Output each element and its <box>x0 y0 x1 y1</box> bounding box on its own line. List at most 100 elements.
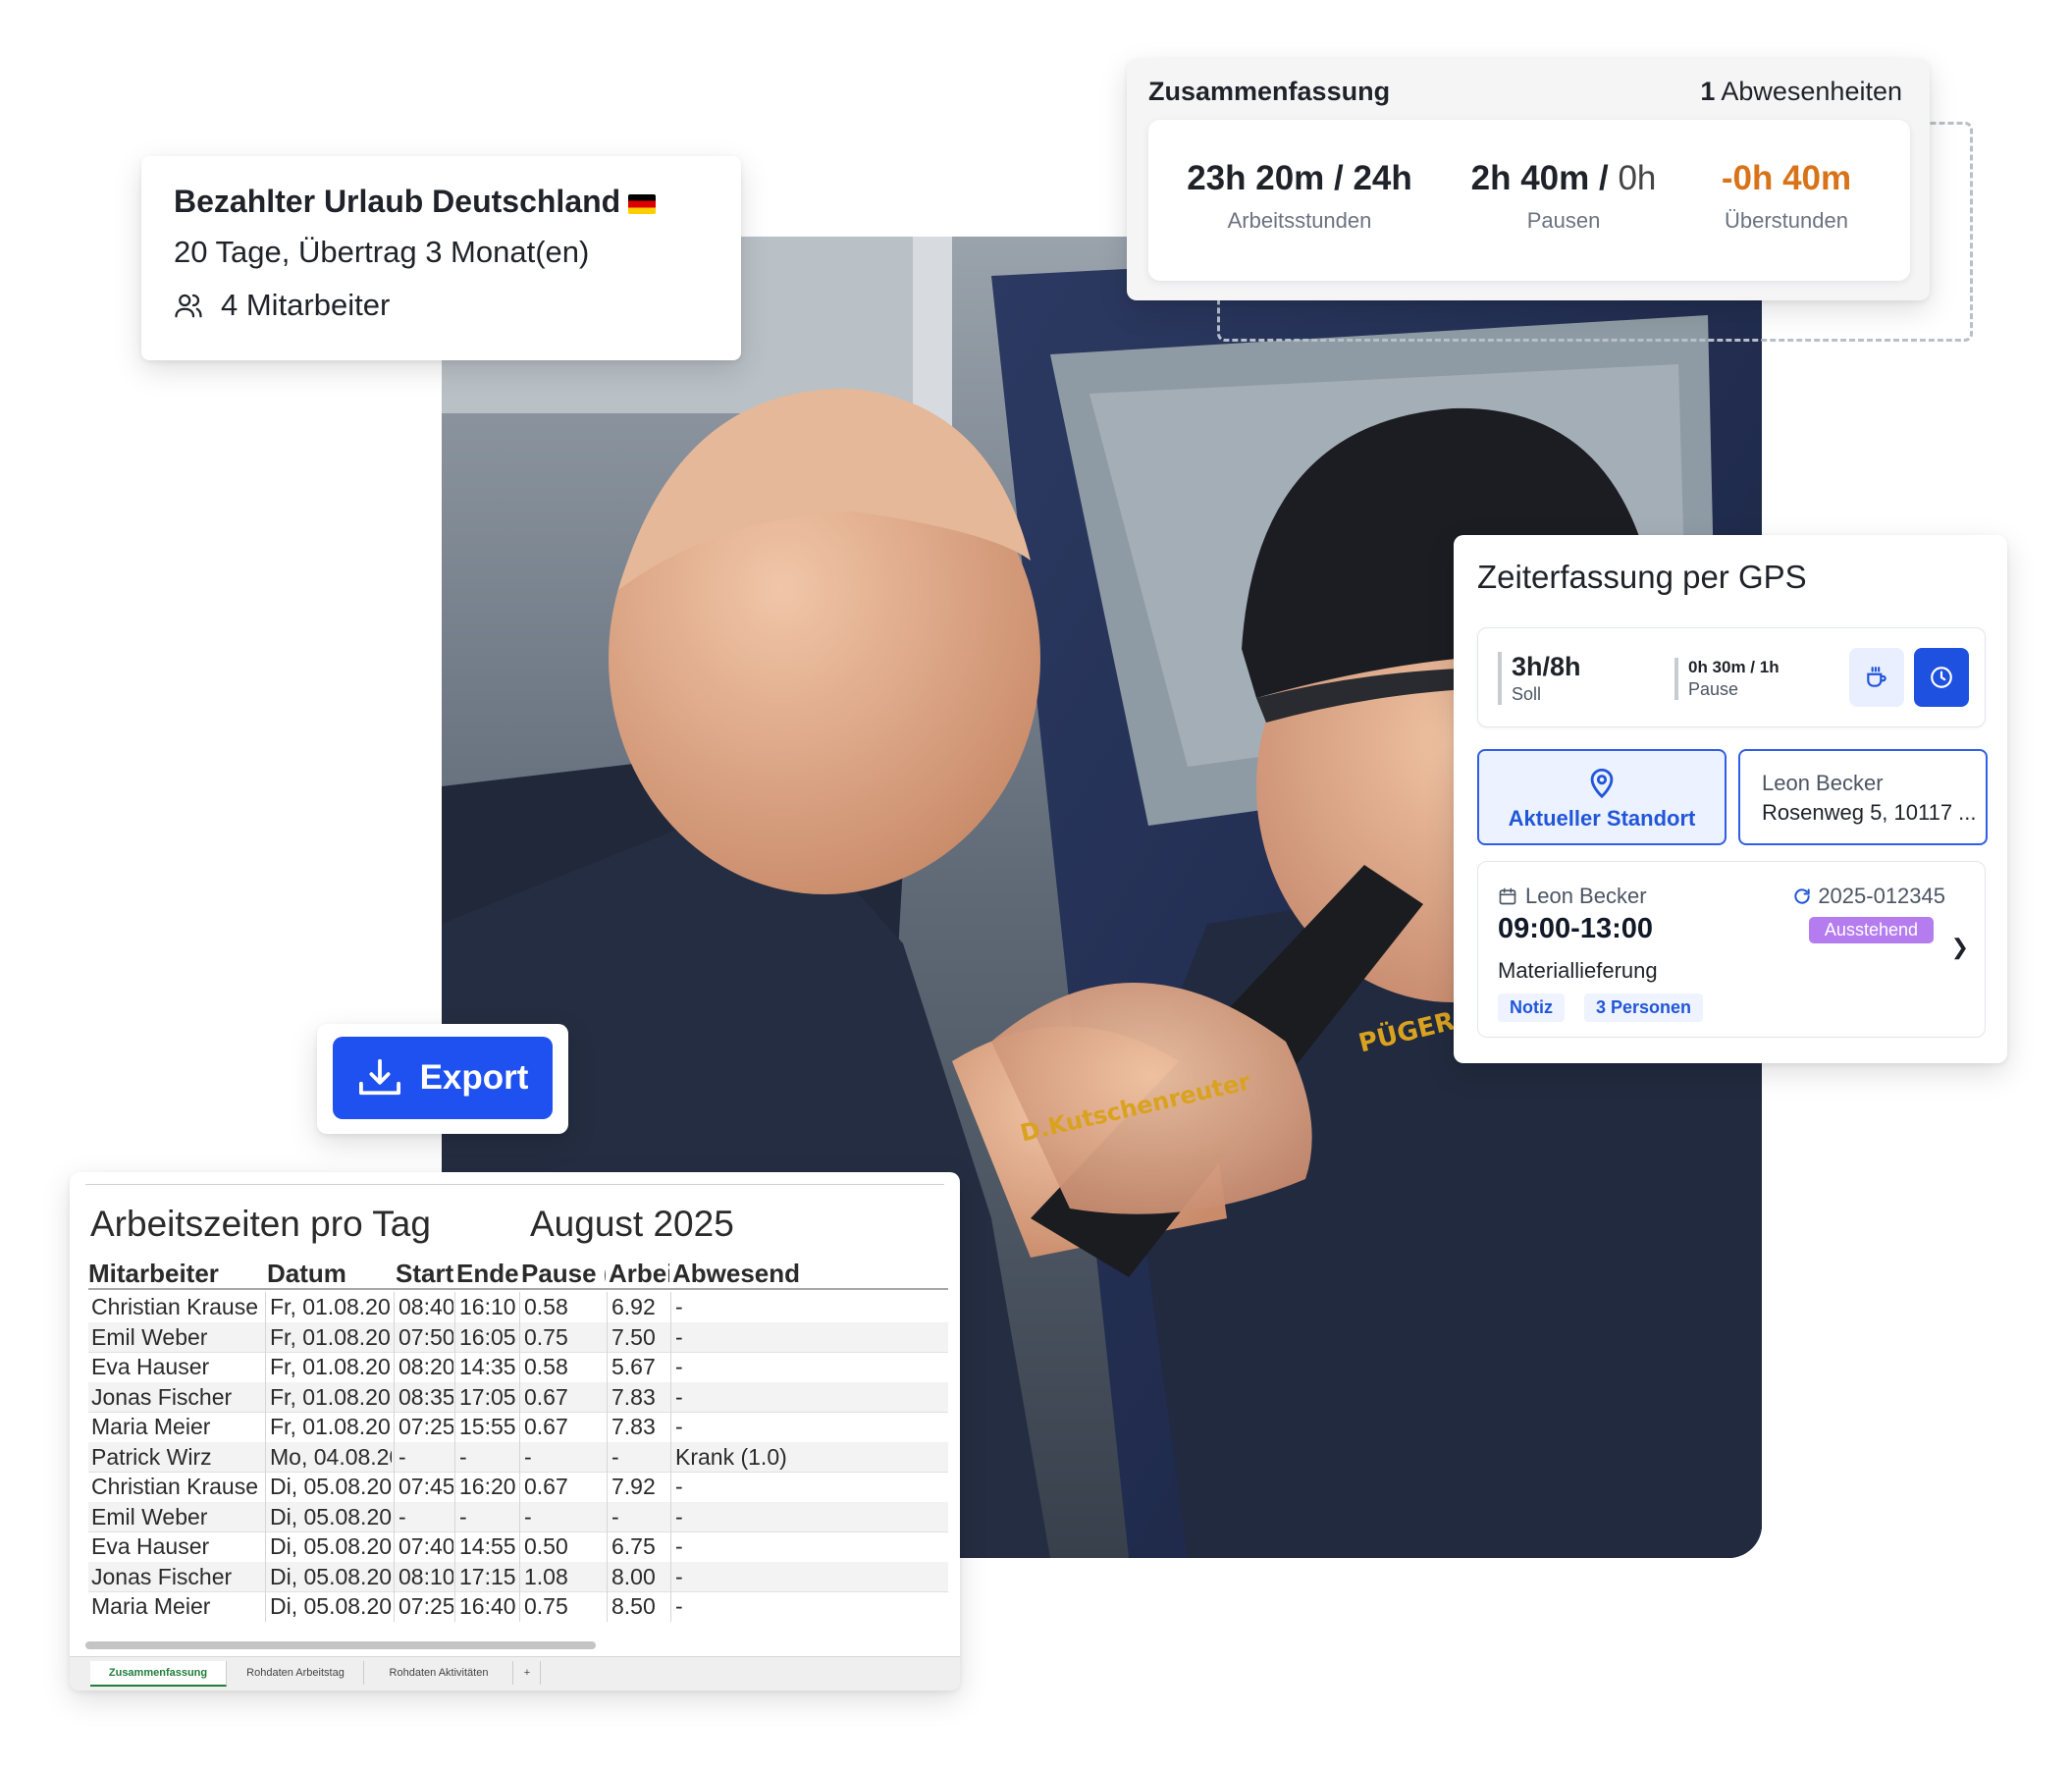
table-cell[interactable]: 08:40 <box>398 1294 453 1321</box>
table-cell[interactable]: 0.67 <box>524 1384 605 1412</box>
table-cell[interactable]: 15:55 <box>459 1414 518 1441</box>
current-location-button[interactable]: Aktueller Standort <box>1477 749 1727 845</box>
table-cell[interactable]: 8.00 <box>611 1564 668 1591</box>
table-cell[interactable]: 7.50 <box>611 1324 668 1352</box>
table-cell[interactable]: Mo, 04.08.2025 <box>270 1444 392 1472</box>
table-cell[interactable]: Christian Krause <box>91 1294 264 1321</box>
table-cell[interactable]: 7.92 <box>611 1474 668 1501</box>
sheet-tab[interactable]: Zusammenfassung <box>90 1661 227 1687</box>
table-cell[interactable]: Eva Hauser <box>91 1533 264 1561</box>
table-cell[interactable]: 5.67 <box>611 1354 668 1381</box>
table-cell[interactable]: - <box>675 1294 947 1321</box>
table-cell[interactable]: - <box>524 1504 605 1531</box>
table-cell[interactable]: 0.75 <box>524 1593 605 1621</box>
table-cell[interactable]: 0.75 <box>524 1324 605 1352</box>
table-cell[interactable]: - <box>524 1444 605 1472</box>
table-cell[interactable]: Jonas Fischer <box>91 1384 264 1412</box>
table-cell[interactable]: 07:45 <box>398 1474 453 1501</box>
table-cell[interactable]: Di, 05.08.2025 <box>270 1533 392 1561</box>
table-cell[interactable]: Fr, 01.08.2025 <box>270 1354 392 1381</box>
table-cell[interactable]: - <box>459 1504 518 1531</box>
table-cell[interactable]: Maria Meier <box>91 1414 264 1441</box>
clock-icon <box>1931 667 1952 688</box>
table-cell[interactable]: Fr, 01.08.2025 <box>270 1324 392 1352</box>
table-cell[interactable]: Di, 05.08.2025 <box>270 1593 392 1621</box>
table-cell[interactable]: Fr, 01.08.2025 <box>270 1384 392 1412</box>
table-cell[interactable]: Di, 05.08.2025 <box>270 1564 392 1591</box>
table-cell[interactable]: 7.83 <box>611 1414 668 1441</box>
table-cell[interactable]: 8.50 <box>611 1593 668 1621</box>
table-cell[interactable]: 16:10 <box>459 1294 518 1321</box>
table-cell[interactable]: 17:05 <box>459 1384 518 1412</box>
sheet-tab[interactable]: Rohdaten Arbeitstag <box>228 1661 364 1685</box>
table-cell[interactable]: - <box>398 1444 453 1472</box>
table-cell[interactable]: 16:20 <box>459 1474 518 1501</box>
table-cell[interactable]: 16:40 <box>459 1593 518 1621</box>
table-cell[interactable]: 7.83 <box>611 1384 668 1412</box>
table-cell[interactable]: - <box>675 1504 947 1531</box>
gps-time-tracking-card: Zeiterfassung per GPS 3h/8h Soll 0h 30m … <box>1454 535 2007 1063</box>
vacation-policy-card[interactable]: Bezahlter Urlaub Deutschland 20 Tage, Üb… <box>141 156 741 360</box>
table-cell[interactable]: - <box>675 1324 947 1352</box>
table-row: Emil WeberFr, 01.08.202507:5016:050.757.… <box>88 1321 948 1353</box>
table-cell[interactable]: - <box>398 1504 453 1531</box>
table-cell[interactable]: Fr, 01.08.2025 <box>270 1294 392 1321</box>
task-people-chip[interactable]: 3 Personen <box>1584 993 1704 1022</box>
table-cell[interactable]: 17:15 <box>459 1564 518 1591</box>
vacation-employees-label: 4 Mitarbeiter <box>221 288 391 322</box>
table-cell[interactable]: 14:55 <box>459 1533 518 1561</box>
table-cell[interactable]: 0.50 <box>524 1533 605 1561</box>
sheet-tab-bar: Zusammenfassung Rohdaten Arbeitstag Rohdat… <box>70 1656 960 1691</box>
chevron-right-icon[interactable]: ❯ <box>1951 935 1969 960</box>
address-field[interactable]: Leon Becker Rosenweg 5, 10117 ... <box>1738 749 1988 845</box>
table-cell[interactable]: Eva Hauser <box>91 1354 264 1381</box>
table-cell[interactable]: - <box>675 1414 947 1441</box>
table-cell[interactable]: 0.67 <box>524 1474 605 1501</box>
table-cell[interactable]: 0.58 <box>524 1294 605 1321</box>
table-cell[interactable]: 16:05 <box>459 1324 518 1352</box>
table-cell[interactable]: Christian Krause <box>91 1474 264 1501</box>
table-cell[interactable]: Jonas Fischer <box>91 1564 264 1591</box>
task-note-chip[interactable]: Notiz <box>1498 993 1565 1022</box>
export-button[interactable]: Export <box>333 1037 553 1119</box>
table-cell[interactable]: 08:20 <box>398 1354 453 1381</box>
table-cell[interactable]: 07:25 <box>398 1414 453 1441</box>
table-cell[interactable]: 0.67 <box>524 1414 605 1441</box>
table-cell[interactable]: 6.92 <box>611 1294 668 1321</box>
table-cell[interactable]: - <box>675 1474 947 1501</box>
table-cell[interactable]: Di, 05.08.2025 <box>270 1474 392 1501</box>
table-cell[interactable]: - <box>675 1533 947 1561</box>
clock-in-button[interactable] <box>1914 648 1969 707</box>
grid-line <box>265 1292 266 1622</box>
table-cell[interactable]: Emil Weber <box>91 1504 264 1531</box>
task-card[interactable]: Leon Becker 2025-012345 09:00-13:00 Auss… <box>1477 861 1986 1038</box>
table-cell[interactable]: Krank (1.0) <box>675 1444 947 1472</box>
table-cell[interactable]: - <box>459 1444 518 1472</box>
sheet-horizontal-scrollbar[interactable] <box>85 1641 596 1649</box>
absence-count[interactable]: 1 Abwesenheiten <box>1700 77 1902 107</box>
table-cell[interactable]: Maria Meier <box>91 1593 264 1621</box>
table-cell[interactable]: 08:35 <box>398 1384 453 1412</box>
add-sheet-button[interactable]: + <box>514 1661 541 1685</box>
table-cell[interactable]: 07:50 <box>398 1324 453 1352</box>
table-cell[interactable]: 0.58 <box>524 1354 605 1381</box>
table-cell[interactable]: Emil Weber <box>91 1324 264 1352</box>
table-cell[interactable]: Patrick Wirz <box>91 1444 264 1472</box>
table-cell[interactable]: 07:40 <box>398 1533 453 1561</box>
table-cell[interactable]: 08:10 <box>398 1564 453 1591</box>
table-cell[interactable]: Fr, 01.08.2025 <box>270 1414 392 1441</box>
table-cell[interactable]: - <box>675 1384 947 1412</box>
table-cell[interactable]: 14:35 <box>459 1354 518 1381</box>
table-cell[interactable]: 1.08 <box>524 1564 605 1591</box>
sheet-rows: Christian KrauseFr, 01.08.202508:4016:10… <box>88 1292 948 1622</box>
table-cell[interactable]: - <box>675 1354 947 1381</box>
table-cell[interactable]: 6.75 <box>611 1533 668 1561</box>
table-cell[interactable]: - <box>611 1504 668 1531</box>
table-cell[interactable]: Di, 05.08.2025 <box>270 1504 392 1531</box>
table-cell[interactable]: - <box>611 1444 668 1472</box>
table-cell[interactable]: 07:25 <box>398 1593 453 1621</box>
sheet-tab[interactable]: Rohdaten Aktivitäten <box>365 1661 513 1685</box>
start-break-button[interactable] <box>1849 648 1904 707</box>
table-cell[interactable]: - <box>675 1593 947 1621</box>
table-cell[interactable]: - <box>675 1564 947 1591</box>
